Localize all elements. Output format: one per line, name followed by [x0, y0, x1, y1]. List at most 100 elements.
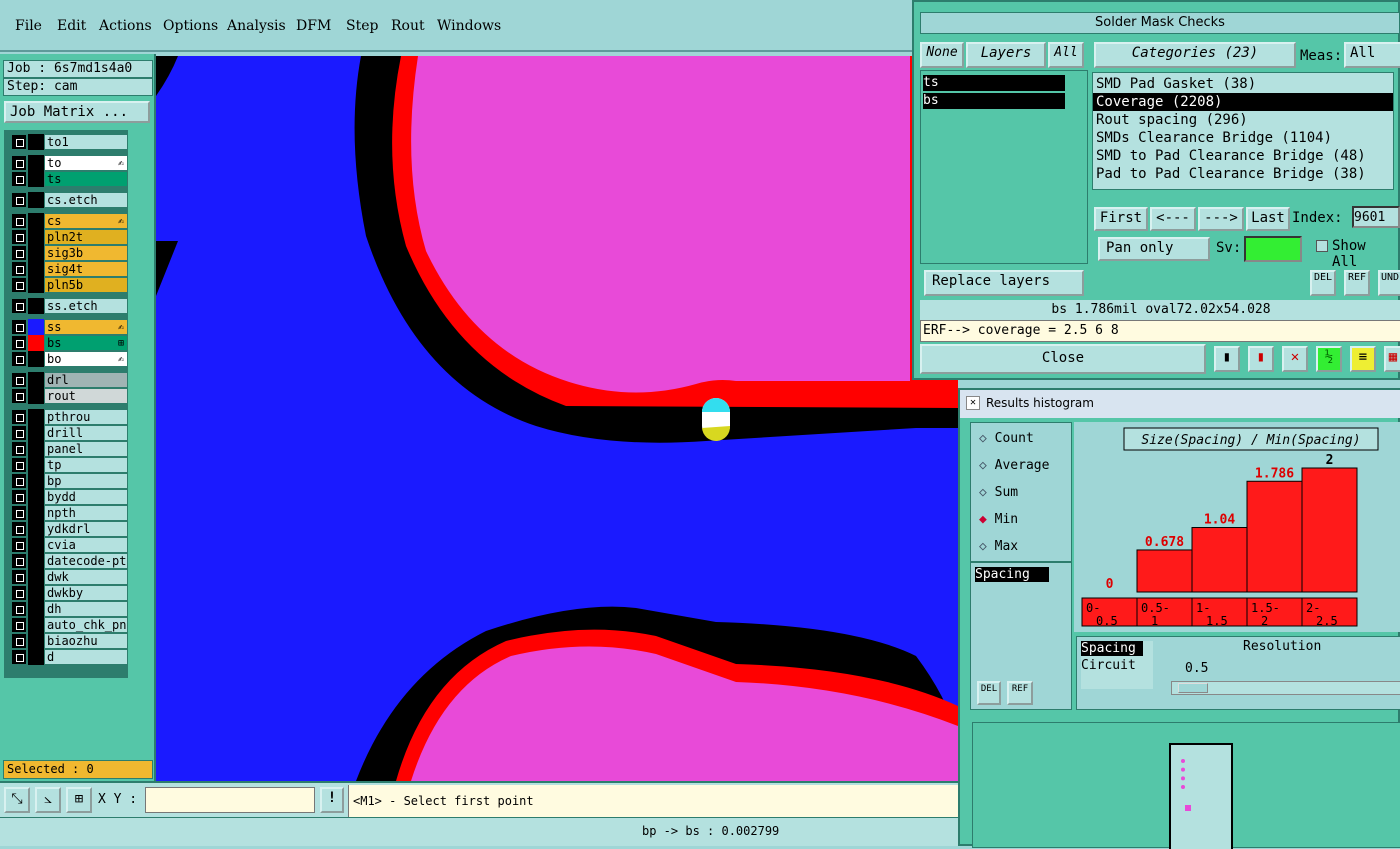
layer-checkbox[interactable] [12, 214, 26, 228]
layer-row[interactable]: ss.etch [12, 298, 128, 314]
radio-icon[interactable]: ◇ [979, 485, 995, 500]
layer-checkbox[interactable] [12, 506, 26, 520]
replace-layers-select[interactable]: Replace layers [924, 270, 1084, 296]
layer-select-list[interactable]: ts bs [920, 70, 1088, 264]
spacing-item[interactable]: Spacing [975, 567, 1049, 582]
menu-step[interactable]: Step [346, 18, 378, 34]
option-sum[interactable]: ◇ Sum [979, 485, 1018, 500]
radio-icon[interactable]: ◇ [979, 539, 995, 554]
option-count[interactable]: ◇ Count [979, 431, 1034, 446]
layer-checkbox[interactable] [12, 299, 26, 313]
layer-name[interactable]: drl [44, 372, 128, 388]
graphics-canvas[interactable] [156, 56, 958, 781]
numbers-icon[interactable]: ½ [1316, 346, 1342, 372]
layer-checkbox[interactable] [12, 156, 26, 170]
ref-cross-icon[interactable]: ✕ [1282, 346, 1308, 372]
layer-row[interactable]: bydd [12, 489, 128, 505]
metric-circuit[interactable]: Circuit [1081, 658, 1153, 673]
radio-icon[interactable]: ◇ [979, 458, 995, 473]
ref-button[interactable]: REF [1344, 270, 1370, 296]
menu-windows[interactable]: Windows [437, 18, 501, 34]
layer-checkbox[interactable] [12, 554, 26, 568]
layer-name[interactable]: panel [44, 441, 128, 457]
layer-name[interactable]: sig3b [44, 245, 128, 261]
layer-name[interactable]: dwkby [44, 585, 128, 601]
histogram-bar[interactable] [1136, 549, 1193, 593]
layer-name[interactable]: bydd [44, 489, 128, 505]
menu-rout[interactable]: Rout [391, 18, 425, 34]
layer-name[interactable]: pln2t [44, 229, 128, 245]
layer-checkbox[interactable] [12, 618, 26, 632]
category-item[interactable]: SMD Pad Gasket (38) [1093, 75, 1393, 93]
prev-button[interactable]: <--- [1150, 207, 1196, 231]
category-item[interactable]: SMD to Pad Clearance Bridge (48) [1093, 147, 1393, 165]
layer-name[interactable]: cs ✍ [44, 213, 128, 229]
report-icon[interactable]: ≡ [1350, 346, 1376, 372]
layer-checkbox[interactable] [12, 442, 26, 456]
layer-name[interactable]: to ✍ [44, 155, 128, 171]
layer-row[interactable]: panel [12, 441, 128, 457]
layer-checkbox[interactable] [12, 602, 26, 616]
category-list[interactable]: SMD Pad Gasket (38) Coverage (2208) Rout s… [1092, 72, 1394, 190]
layer-checkbox[interactable] [12, 193, 26, 207]
layer-checkbox[interactable] [12, 373, 26, 387]
layer-checkbox[interactable] [12, 336, 26, 350]
layers-none-button[interactable]: None [920, 42, 964, 68]
layer-row[interactable]: ts [12, 171, 128, 187]
layer-checkbox[interactable] [12, 262, 26, 276]
menu-file[interactable]: File [15, 18, 42, 34]
layer-name[interactable]: drill [44, 425, 128, 441]
pan-select[interactable]: Pan only [1098, 237, 1210, 261]
slider-handle[interactable] [1178, 683, 1208, 693]
menu-edit[interactable]: Edit [57, 18, 86, 34]
layer-checkbox[interactable] [12, 458, 26, 472]
layer-row[interactable]: bo ✍ [12, 351, 128, 367]
menu-actions[interactable]: Actions [99, 18, 152, 34]
menu-options[interactable]: Options [163, 18, 218, 34]
histogram-icon[interactable]: ▦ [1384, 346, 1400, 372]
layer-name[interactable]: ts [44, 171, 128, 187]
layer-row[interactable]: pln2t [12, 229, 128, 245]
layer-name[interactable]: ydkdrl [44, 521, 128, 537]
layer-name[interactable]: ss.etch [44, 298, 128, 314]
next-button[interactable]: ---> [1198, 207, 1244, 231]
layer-name[interactable]: sig4t [44, 261, 128, 277]
radio-icon[interactable]: ◆ [979, 512, 995, 527]
layer-row[interactable]: to1 [12, 134, 128, 150]
del-button[interactable]: DEL [1310, 270, 1336, 296]
layer-checkbox[interactable] [12, 135, 26, 149]
layer-row[interactable]: pln5b [12, 277, 128, 293]
layer-checkbox[interactable] [12, 320, 26, 334]
layer-checkbox[interactable] [12, 522, 26, 536]
layer-row[interactable]: d [12, 649, 128, 665]
menu-dfm[interactable]: DFM [296, 18, 331, 34]
layer-name[interactable]: dwk [44, 569, 128, 585]
layer-checkbox[interactable] [12, 352, 26, 366]
layer-row[interactable]: tp [12, 457, 128, 473]
layer-row[interactable]: sig4t [12, 261, 128, 277]
layer-name[interactable]: bo ✍ [44, 351, 128, 367]
show-all-checkbox[interactable] [1316, 240, 1328, 252]
layer-row[interactable]: ydkdrl [12, 521, 128, 537]
layer-checkbox[interactable] [12, 172, 26, 186]
resolution-slider[interactable] [1171, 681, 1400, 695]
layer-name[interactable]: tp [44, 457, 128, 473]
layer-checkbox[interactable] [12, 538, 26, 552]
layer-name[interactable]: dh [44, 601, 128, 617]
histogram-bar[interactable] [1246, 480, 1303, 593]
layer-name[interactable]: npth [44, 505, 128, 521]
category-item[interactable]: Rout spacing (296) [1093, 111, 1393, 129]
meas-select[interactable]: All [1344, 42, 1400, 68]
layer-checkbox[interactable] [12, 230, 26, 244]
layer-name[interactable]: biaozhu [44, 633, 128, 649]
layer-name[interactable]: rout [44, 388, 128, 404]
category-item[interactable]: Pad to Pad Clearance Bridge (38) [1093, 165, 1393, 183]
layer-name[interactable]: ss ✍ [44, 319, 128, 335]
layer-row[interactable]: bs ⊞ [12, 335, 128, 351]
layer-row[interactable]: cvia [12, 537, 128, 553]
layer-name[interactable]: cs.etch [44, 192, 128, 208]
layer-checkbox[interactable] [12, 278, 26, 292]
layer-checkbox[interactable] [12, 246, 26, 260]
layer-name[interactable]: bs ⊞ [44, 335, 128, 351]
layer-row[interactable]: dh [12, 601, 128, 617]
